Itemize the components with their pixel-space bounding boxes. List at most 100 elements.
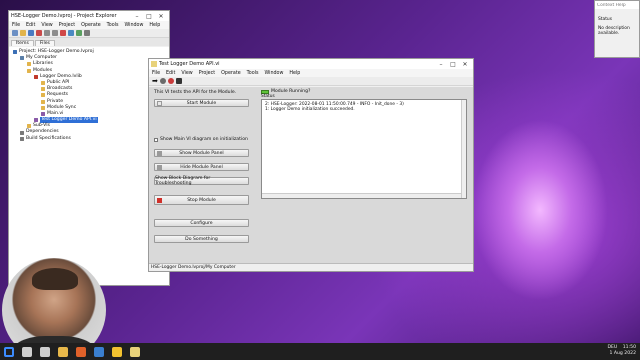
delete-icon[interactable] [60,30,66,36]
menu-item-file[interactable]: File [149,71,163,76]
tree-item[interactable]: Build Specifications [11,136,167,142]
configure-button[interactable]: Configure [154,219,249,227]
start-icon[interactable] [4,346,14,357]
menu-item-operate[interactable]: Operate [78,23,104,28]
vi-minimize-button[interactable]: – [435,61,447,68]
tree-item-label: Build Specifications [26,135,71,141]
explorer-icon[interactable] [58,346,68,357]
project-explorer-window[interactable]: HSE-Logger Demo.lvproj - Project Explore… [8,10,170,286]
menu-item-view[interactable]: View [38,23,55,28]
menu-item-project[interactable]: Project [196,71,218,76]
menu-item-tools[interactable]: Tools [244,71,262,76]
show-block-diagram-button[interactable]: Show Block Diagram for Troubleshooting [154,176,249,186]
search-icon[interactable] [22,346,32,357]
menu-item-window[interactable]: Window [261,71,286,76]
status-log[interactable]: 2: HSE-Logger: 2022-08-01 11:50:00.749 -… [261,99,467,199]
labview-icon[interactable] [112,346,122,357]
maximize-button[interactable]: □ [143,13,155,20]
vi-description: This VI tests the API for the Module. [154,90,237,95]
context-help-body: Status No description available. [595,9,639,39]
log-vertical-scrollbar[interactable] [461,100,466,198]
clock-date[interactable]: 1 Aug 2022 [607,351,636,357]
context-help-titlebar[interactable]: Context Help [595,1,639,9]
context-help-window[interactable]: Context Help Status No description avail… [594,0,640,58]
vi-title: Test Logger Demo API.vi [159,61,220,67]
cut-icon[interactable] [36,30,42,36]
paste-icon[interactable] [52,30,58,36]
context-help-heading: Status [598,17,612,22]
project-explorer-toolbar [9,29,169,38]
open-icon[interactable] [20,30,26,36]
menu-item-tools[interactable]: Tools [104,23,122,28]
menu-item-help[interactable]: Help [146,23,163,28]
menu-item-edit[interactable]: Edit [163,71,178,76]
panel-show-icon [157,151,162,156]
show-main-diagram-checkbox[interactable]: Show Main VI diagram on initialization [154,137,248,142]
folder-icon [27,62,31,67]
menu-item-view[interactable]: View [178,71,195,76]
vi-toolbar: ➡ [149,77,473,86]
menu-item-file[interactable]: File [9,23,23,28]
vi-window[interactable]: Test Logger Demo API.vi – □ ✕ File Edit Vi… [148,58,474,272]
project-explorer-menubar: File Edit View Project Operate Tools Window Hel… [9,21,169,29]
save-icon[interactable] [28,30,34,36]
library-icon [34,74,38,79]
mail-icon[interactable] [94,346,104,357]
deploy-icon[interactable] [76,30,82,36]
task-view-icon[interactable] [40,346,50,357]
folder-icon [41,81,45,86]
settings-icon[interactable] [84,30,90,36]
run-arrow-icon[interactable]: ➡ [152,77,158,85]
system-tray[interactable]: DEU 11:50 1 Aug 2022 [607,345,636,357]
vi-titlebar[interactable]: Test Logger Demo API.vi – □ ✕ [149,59,473,69]
run-continuously-icon[interactable] [159,78,166,84]
tab-files[interactable]: Files [34,40,55,46]
vi-close-button[interactable]: ✕ [459,61,471,68]
build-icon[interactable] [68,30,74,36]
log-line: 1: Logger Demo initialization succeeded. [265,107,355,113]
folder-icon [27,68,31,73]
folder-icon [27,124,31,129]
menu-item-operate[interactable]: Operate [218,71,244,76]
menu-item-window[interactable]: Window [121,23,146,28]
folder-icon [41,105,45,110]
stop-icon [157,198,162,203]
project-tree[interactable]: Project: HSE-Logger Demo.lvproj My Comput… [9,47,169,285]
log-horizontal-scrollbar[interactable] [262,193,461,198]
vi-icon [34,118,38,123]
tab-items[interactable]: Items [11,40,34,46]
stop-module-button[interactable]: Stop Module [154,195,249,205]
start-icon [157,101,162,106]
project-icon [13,50,17,55]
vi-statusbar: HSE-Logger Demo.lvproj/My Computer [149,263,473,271]
checkbox-box[interactable] [154,137,158,142]
menu-item-edit[interactable]: Edit [23,23,38,28]
build-icon [20,136,24,141]
front-panel: This VI tests the API for the Module. St… [149,87,473,263]
pause-icon[interactable] [175,78,182,84]
project-explorer-titlebar[interactable]: HSE-Logger Demo.lvproj - Project Explore… [9,11,169,21]
context-help-title: Context Help [597,2,626,8]
minimize-button[interactable]: – [131,13,143,20]
language-indicator[interactable]: DEU [607,345,617,350]
abort-icon[interactable] [167,78,174,84]
vi-menubar: File Edit View Project Operate Tools Window Hel… [149,69,473,77]
computer-icon [20,56,24,61]
menu-item-help[interactable]: Help [286,71,303,76]
folder-icon [41,87,45,92]
copy-icon[interactable] [44,30,50,36]
vi-maximize-button[interactable]: □ [447,61,459,68]
hide-module-panel-button[interactable]: Hide Module Panel [154,163,249,171]
folder-icon [41,99,45,104]
project-explorer-tabs: Items Files [9,38,169,46]
start-module-button[interactable]: Start Module [154,99,249,107]
do-something-button[interactable]: Do Something [154,235,249,243]
menu-item-project[interactable]: Project [56,23,78,28]
show-module-panel-button[interactable]: Show Module Panel [154,149,249,157]
close-button[interactable]: ✕ [155,13,167,20]
new-icon[interactable] [12,30,18,36]
context-help-text: No description available. [598,25,630,37]
vi-icon [151,61,157,67]
firefox-icon[interactable] [76,346,86,357]
vi-icon[interactable] [130,346,140,357]
